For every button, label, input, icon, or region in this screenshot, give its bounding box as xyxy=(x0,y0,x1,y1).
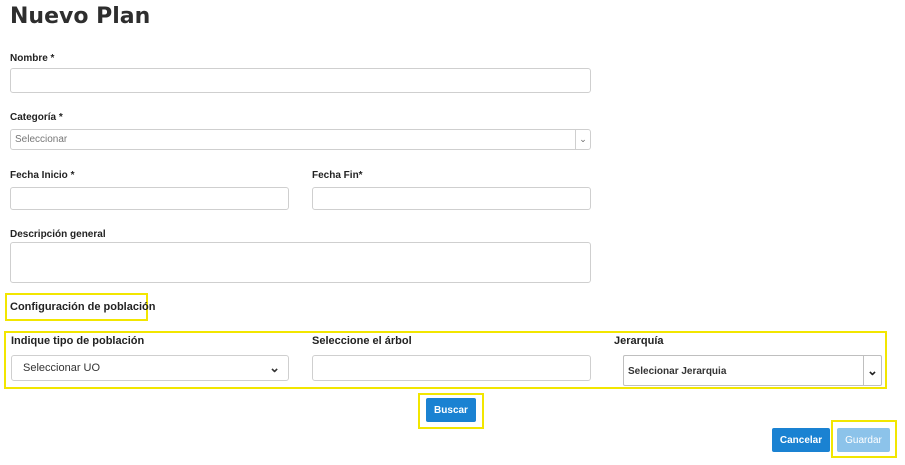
arbol-label: Seleccione el árbol xyxy=(312,335,412,347)
chevron-down-icon: ⌄ xyxy=(269,360,280,375)
guardar-button[interactable]: Guardar xyxy=(837,428,890,452)
descripcion-label: Descripción general xyxy=(10,229,106,240)
fecha-fin-label: Fecha Fin* xyxy=(312,170,363,181)
cancelar-button[interactable]: Cancelar xyxy=(772,428,830,452)
jerarquia-select[interactable]: Selecionar Jerarquia ⌄ xyxy=(623,355,882,386)
categoria-label: Categoría * xyxy=(10,112,63,123)
categoria-select[interactable]: Seleccionar ⌄ xyxy=(10,129,591,150)
fecha-inicio-label: Fecha Inicio * xyxy=(10,170,75,181)
nombre-input[interactable] xyxy=(10,68,591,93)
tipo-poblacion-select[interactable]: Seleccionar UO ⌄ xyxy=(11,355,289,381)
fecha-fin-input[interactable] xyxy=(312,187,591,210)
chevron-down-icon: ⌄ xyxy=(863,356,881,385)
descripcion-textarea[interactable] xyxy=(10,242,591,283)
arbol-input[interactable] xyxy=(312,355,591,381)
fecha-inicio-input[interactable] xyxy=(10,187,289,210)
poblacion-section-title: Configuración de población xyxy=(10,301,156,313)
jerarquia-label: Jerarquía xyxy=(614,335,664,347)
jerarquia-selected: Selecionar Jerarquia xyxy=(628,366,727,377)
categoria-selected-value: Seleccionar xyxy=(15,134,68,145)
tipo-poblacion-label: Indique tipo de población xyxy=(11,335,145,347)
buscar-button[interactable]: Buscar xyxy=(426,398,476,422)
page-title: Nuevo Plan xyxy=(10,4,151,29)
tipo-poblacion-selected: Seleccionar UO xyxy=(23,362,101,374)
nombre-label: Nombre * xyxy=(10,53,55,64)
chevron-down-icon: ⌄ xyxy=(575,130,590,149)
